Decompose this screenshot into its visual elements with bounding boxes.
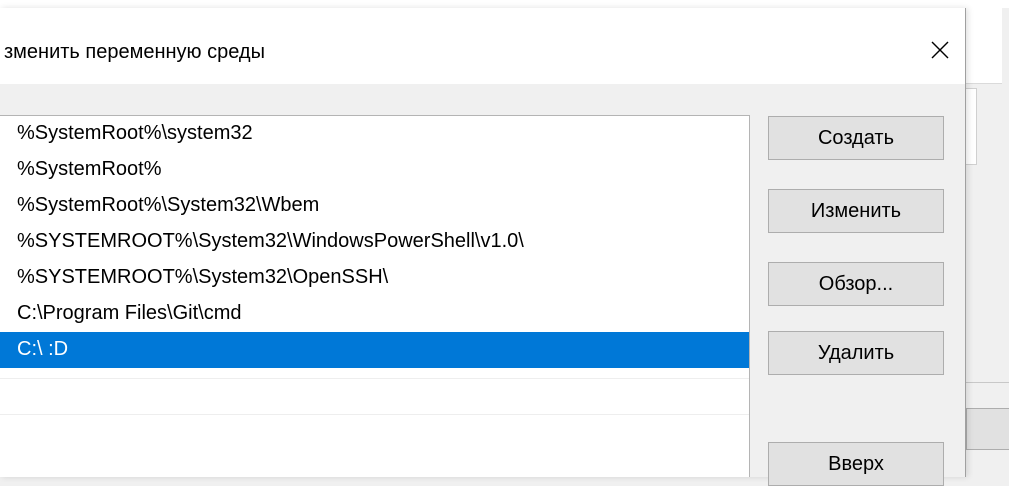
path-list-item[interactable]: %SystemRoot% [0, 152, 749, 188]
background-window-button-edge[interactable] [966, 408, 1009, 450]
close-button[interactable] [918, 30, 962, 70]
edit-button[interactable]: Изменить [768, 189, 944, 233]
path-list-item[interactable]: %SystemRoot%\System32\Wbem [0, 188, 749, 224]
edit-environment-variable-dialog: зменить переменную среды %SystemRoot%\sy… [0, 8, 966, 486]
path-list-item[interactable]: C:\Program Files\Git\cmd [0, 296, 749, 332]
dialog-title: зменить переменную среды [4, 41, 265, 63]
path-list-item-selected[interactable]: C:\ :D [0, 332, 749, 368]
create-button[interactable]: Создать [768, 116, 944, 160]
move-up-button[interactable]: Вверх [768, 442, 944, 486]
path-list-item[interactable]: %SYSTEMROOT%\System32\OpenSSH\ [0, 260, 749, 296]
path-list-empty-row[interactable] [0, 378, 749, 414]
close-icon [931, 41, 949, 59]
delete-button[interactable]: Удалить [768, 331, 944, 375]
path-list[interactable]: %SystemRoot%\system32 %SystemRoot% %Syst… [0, 115, 750, 477]
path-list-item[interactable]: %SYSTEMROOT%\System32\WindowsPowerShell\… [0, 224, 749, 260]
background-window-list-edge [966, 88, 977, 165]
path-list-empty-row[interactable] [0, 414, 749, 450]
background-window-divider [966, 382, 1009, 383]
browse-button[interactable]: Обзор... [768, 262, 944, 306]
background-window-top [0, 0, 1009, 8]
dialog-titlebar: зменить переменную среды [0, 8, 965, 84]
background-window-header-strip [966, 8, 1002, 84]
path-list-item[interactable]: %SystemRoot%\system32 [0, 116, 749, 152]
